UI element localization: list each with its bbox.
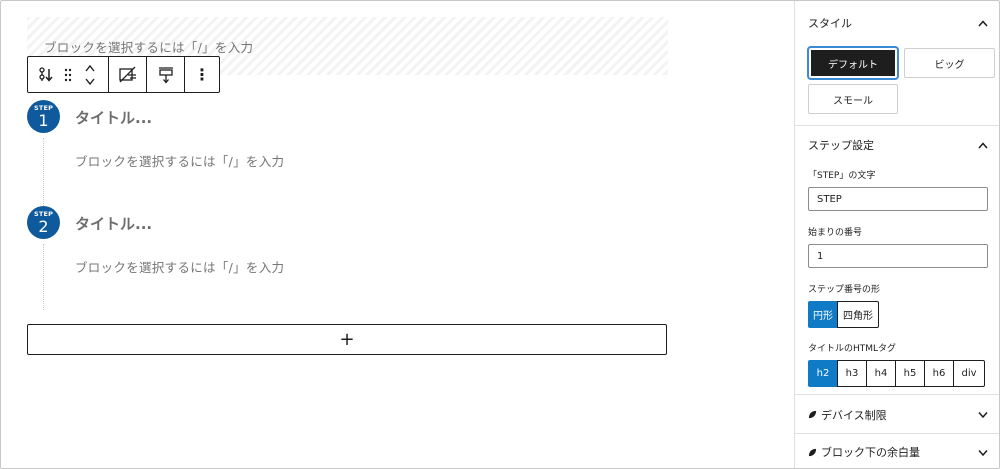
- device-panel: デバイス制限: [795, 395, 999, 434]
- chevron-up-icon: [977, 139, 989, 151]
- drag-handle-button[interactable]: [60, 57, 76, 92]
- transform-button[interactable]: [118, 57, 138, 92]
- toolbar-group-more: ⋮: [185, 57, 219, 92]
- tag-h4-button[interactable]: h4: [866, 360, 896, 387]
- margin-panel: ブロック下の余白量: [795, 434, 999, 468]
- shape-toggle-group: 円形 四角形: [808, 301, 999, 328]
- step-item[interactable]: STEP 2 タイトル... ブロックを選択するには「/」を入力: [27, 206, 667, 311]
- chevron-down-icon: [85, 78, 95, 85]
- step-text-input[interactable]: STEP: [808, 187, 988, 211]
- style-option-small[interactable]: スモール: [808, 84, 898, 114]
- tag-h2-button[interactable]: h2: [808, 360, 838, 387]
- chevron-down-icon: [977, 409, 989, 421]
- shape-square-button[interactable]: 四角形: [837, 301, 879, 328]
- step-body-placeholder[interactable]: ブロックを選択するには「/」を入力: [75, 257, 284, 276]
- toolbar-group-transform: [109, 57, 147, 92]
- step-body-placeholder[interactable]: ブロックを選択するには「/」を入力: [75, 151, 284, 170]
- drag-handle-icon: [64, 68, 72, 81]
- margin-panel-header[interactable]: ブロック下の余白量: [795, 434, 999, 468]
- html-tag-label: タイトルのHTMLタグ: [808, 344, 897, 354]
- block-mover: [80, 57, 100, 92]
- step-title[interactable]: タイトル...: [75, 213, 152, 234]
- start-number-label: 始まりの番号: [808, 228, 863, 238]
- placeholder-text: ブロックを選択するには「/」を入力: [44, 40, 254, 55]
- settings-sidebar: スタイル デフォルト ビッグ スモール ステップ設定 「STEP」の文字 STE…: [794, 1, 999, 468]
- step-settings-panel: ステップ設定 「STEP」の文字 STEP 始まりの番号 1 ステップ番号の形 …: [795, 126, 999, 395]
- chevron-up-icon: [977, 17, 989, 29]
- style-options: デフォルト ビッグ スモール: [795, 45, 999, 125]
- step-number-badge: STEP 2: [27, 206, 60, 239]
- move-down-button[interactable]: [84, 75, 96, 89]
- block-toolbar: ⋮: [27, 56, 220, 93]
- step-number: 1: [38, 110, 49, 130]
- align-button[interactable]: [156, 57, 176, 92]
- html-tag-toggle-group: h2 h3 h4 h5 h6 div: [808, 360, 999, 387]
- editor-canvas: ブロックを選択するには「/」を入力 ⋮ STEP 1 タイトル... ブロックを…: [1, 1, 794, 468]
- tag-h5-button[interactable]: h5: [895, 360, 925, 387]
- editor-window: ブロックを選択するには「/」を入力 ⋮ STEP 1 タイトル... ブロックを…: [0, 0, 1000, 469]
- leaf-icon: [808, 448, 817, 456]
- block-align-icon: [158, 66, 173, 84]
- more-options-button[interactable]: ⋮: [194, 57, 210, 92]
- start-number-input[interactable]: 1: [808, 244, 988, 268]
- style-option-default[interactable]: デフォルト: [807, 46, 899, 80]
- block-type-button[interactable]: [36, 57, 56, 92]
- panel-title: ブロック下の余白量: [821, 446, 920, 459]
- step-settings-header[interactable]: ステップ設定: [795, 126, 999, 164]
- chevron-down-icon: [977, 446, 989, 458]
- step-text-label: 「STEP」の文字: [808, 171, 876, 181]
- tag-h6-button[interactable]: h6: [924, 360, 954, 387]
- panel-title: デバイス制限: [821, 408, 887, 422]
- tag-div-button[interactable]: div: [953, 360, 985, 387]
- step-connector-line: [43, 244, 44, 310]
- step-title[interactable]: タイトル...: [75, 107, 152, 128]
- tag-h3-button[interactable]: h3: [837, 360, 867, 387]
- chevron-up-icon: [85, 64, 95, 71]
- style-panel: スタイル デフォルト ビッグ スモール: [795, 1, 999, 126]
- panel-title: スタイル: [808, 17, 852, 30]
- leaf-icon: [808, 410, 817, 419]
- step-number: 2: [38, 216, 49, 236]
- move-up-button[interactable]: [84, 61, 96, 75]
- step-number-badge: STEP 1: [27, 100, 60, 133]
- toolbar-group-align: [147, 57, 185, 92]
- device-panel-header[interactable]: デバイス制限: [795, 395, 999, 434]
- add-block-button[interactable]: +: [27, 324, 667, 355]
- step-item[interactable]: STEP 1 タイトル... ブロックを選択するには「/」を入力: [27, 100, 667, 218]
- toolbar-group-parent: [28, 57, 109, 92]
- block-type-icon: [39, 66, 53, 82]
- image-text-icon: [118, 66, 136, 82]
- shape-label: ステップ番号の形: [808, 285, 881, 295]
- style-panel-header[interactable]: スタイル: [795, 1, 999, 45]
- panel-title: ステップ設定: [808, 139, 874, 152]
- shape-circle-button[interactable]: 円形: [808, 301, 838, 328]
- style-option-big[interactable]: ビッグ: [904, 48, 995, 78]
